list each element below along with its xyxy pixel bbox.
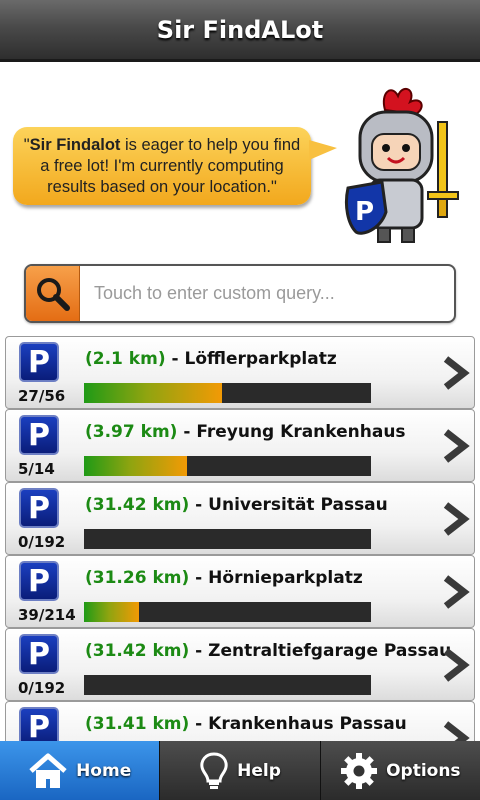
search-input[interactable] — [80, 266, 454, 321]
lot-title: (31.26 km) - Hörnieparkplatz — [85, 568, 363, 588]
parking-icon: P — [19, 707, 59, 742]
lot-distance: (31.42 km) — [85, 495, 190, 515]
lot-distance: (3.97 km) — [85, 422, 178, 442]
chevron-right-icon — [443, 575, 470, 609]
occupancy-bar — [84, 602, 371, 622]
lot-title: (31.42 km) - Universität Passau — [85, 495, 388, 515]
lot-title: (2.1 km) - Löfflerparkplatz — [85, 349, 337, 369]
parking-row[interactable]: P (31.41 km) - Krankenhaus Passau — [5, 701, 475, 742]
nav-help-label: Help — [237, 760, 281, 781]
speech-bubble: "Sir Findalot is eager to help you find … — [13, 127, 311, 205]
parking-icon: P — [19, 561, 59, 601]
nav-home[interactable]: Home — [0, 741, 160, 800]
parking-row[interactable]: P 39/214 (31.26 km) - Hörnieparkplatz — [5, 555, 475, 628]
nav-help[interactable]: Help — [159, 741, 320, 800]
lot-title: (31.42 km) - Zentraltiefgarage Passau — [85, 641, 452, 661]
occupancy-bar — [84, 675, 371, 695]
parking-icon: P — [19, 488, 59, 528]
free-count: 0/192 — [18, 533, 66, 551]
parking-row[interactable]: P 27/56 (2.1 km) - Löfflerparkplatz — [5, 336, 475, 409]
chevron-right-icon — [443, 429, 470, 463]
parking-row[interactable]: P 0/192 (31.42 km) - Universität Passau — [5, 482, 475, 555]
lot-name: Zentraltiefgarage Passau — [208, 641, 452, 661]
title-bar: Sir FindALot — [0, 0, 480, 62]
free-count: 0/192 — [18, 679, 66, 697]
chevron-right-icon — [443, 502, 470, 536]
occupancy-bar — [84, 456, 371, 476]
parking-icon: P — [19, 342, 59, 382]
bottom-nav: Home Help Options — [0, 741, 480, 800]
lot-name: Krankenhaus Passau — [208, 714, 407, 734]
lot-distance: (31.42 km) — [85, 641, 190, 661]
parking-row[interactable]: P 0/192 (31.42 km) - Zentraltiefgarage P… — [5, 628, 475, 701]
lightbulb-icon — [200, 751, 228, 789]
chevron-right-icon — [443, 356, 470, 390]
nav-options[interactable]: Options — [319, 741, 480, 800]
lot-name: Universität Passau — [208, 495, 388, 515]
chevron-right-icon — [443, 648, 470, 682]
parking-icon: P — [19, 634, 59, 674]
app-title: Sir FindALot — [156, 15, 324, 44]
home-icon — [29, 753, 67, 788]
svg-text:P: P — [355, 197, 374, 227]
lot-title: (3.97 km) - Freyung Krankenhaus — [85, 422, 406, 442]
occupancy-fill — [84, 602, 139, 622]
search-bar — [24, 264, 456, 323]
parking-list: P 27/56 (2.1 km) - Löfflerparkplatz P 5/… — [0, 336, 480, 742]
lot-distance: (2.1 km) — [85, 349, 166, 369]
nav-options-label: Options — [386, 760, 461, 781]
lot-name: Löfflerparkplatz — [184, 349, 337, 369]
bubble-text: "Sir Findalot is eager to help you find … — [23, 135, 301, 196]
chevron-right-icon — [443, 721, 470, 742]
nav-home-label: Home — [76, 760, 132, 781]
lot-name: Hörnieparkplatz — [208, 568, 363, 588]
lot-title: (31.41 km) - Krankenhaus Passau — [85, 714, 407, 734]
search-button[interactable] — [26, 266, 80, 321]
gear-icon — [341, 752, 378, 789]
occupancy-fill — [84, 456, 188, 476]
bubble-bold: Sir Findalot — [29, 135, 121, 154]
parking-icon: P — [19, 415, 59, 455]
lot-distance: (31.26 km) — [85, 568, 190, 588]
knight-mascot: P — [344, 87, 459, 243]
lot-name: Freyung Krankenhaus — [196, 422, 406, 442]
lot-distance: (31.41 km) — [85, 714, 190, 734]
free-count: 39/214 — [18, 606, 76, 624]
free-count: 27/56 — [18, 387, 66, 405]
occupancy-fill — [84, 383, 222, 403]
search-icon — [36, 277, 70, 311]
occupancy-bar — [84, 383, 371, 403]
occupancy-bar — [84, 529, 371, 549]
free-count: 5/14 — [18, 460, 55, 478]
parking-row[interactable]: P 5/14 (3.97 km) - Freyung Krankenhaus — [5, 409, 475, 482]
